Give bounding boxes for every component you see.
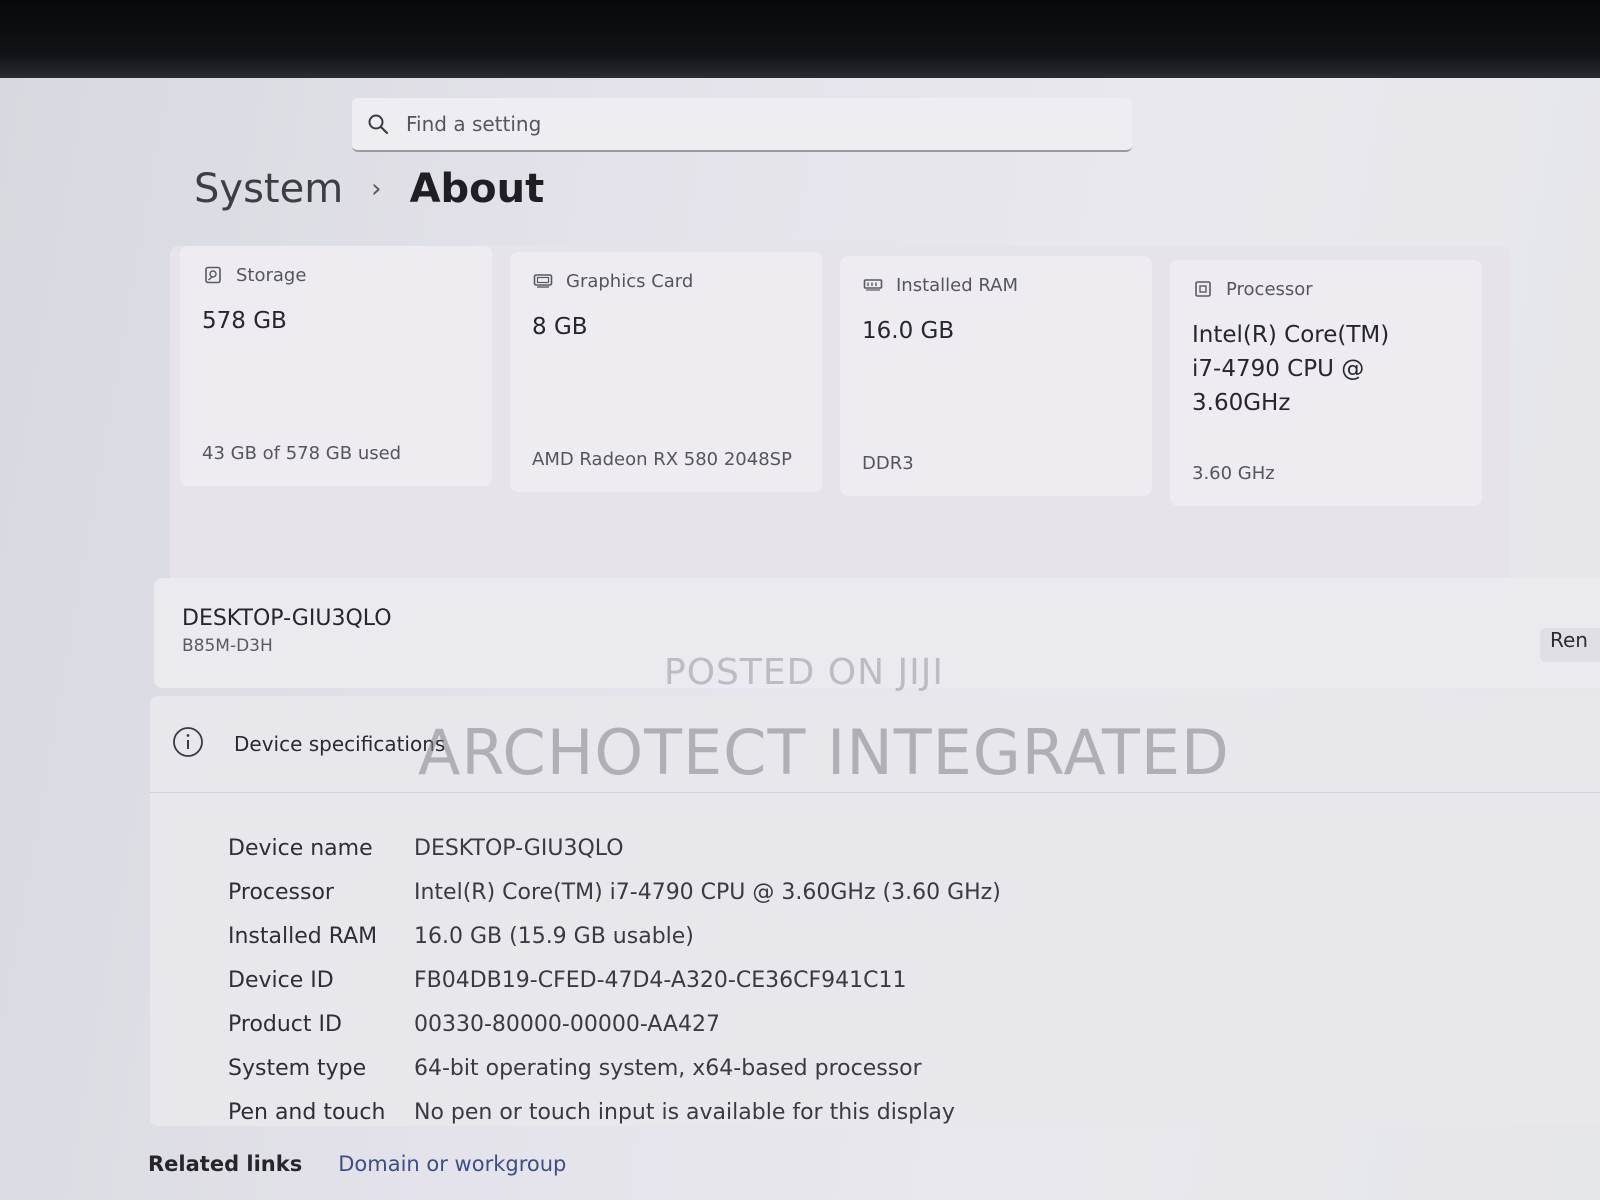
breadcrumb-separator: › xyxy=(371,174,382,204)
device-model: B85M-D3H xyxy=(182,636,273,656)
settings-window: Find a setting System › About Storage 57… xyxy=(0,78,1600,1200)
spec-value: FB04DB19-CFED-47D4-A320-CE36CF941C11 xyxy=(414,967,907,993)
card-label: Storage xyxy=(236,264,307,286)
spec-value: DESKTOP-GIU3QLO xyxy=(414,835,624,861)
info-icon xyxy=(172,726,204,762)
table-row: Pen and touch No pen or touch input is a… xyxy=(228,1090,1001,1134)
card-processor[interactable]: Processor Intel(R) Core(TM) i7-4790 CPU … xyxy=(1170,260,1482,506)
card-label: Installed RAM xyxy=(896,274,1019,296)
specs-header[interactable]: Device specifications xyxy=(172,726,445,762)
card-label: Graphics Card xyxy=(566,270,694,292)
spec-key: Device name xyxy=(228,835,373,861)
spec-cards: Storage 578 GB 43 GB of 578 GB used Grap… xyxy=(170,246,1510,596)
card-sub: 43 GB of 578 GB used xyxy=(202,443,402,464)
rename-button[interactable]: Ren xyxy=(1540,628,1600,662)
spec-key: Processor xyxy=(228,879,334,905)
card-sub: DDR3 xyxy=(862,453,914,474)
device-name: DESKTOP-GIU3QLO xyxy=(182,606,392,631)
breadcrumb: System › About xyxy=(194,166,544,212)
spec-key: Device ID xyxy=(228,967,334,993)
watermark-posted: POSTED ON JIJI xyxy=(664,652,944,693)
page-title: About xyxy=(409,166,545,212)
spec-value: 16.0 GB (15.9 GB usable) xyxy=(414,923,694,949)
card-value: 578 GB xyxy=(202,308,287,334)
spec-value: No pen or touch input is available for t… xyxy=(414,1099,955,1125)
spec-value: 64-bit operating system, x64-based proce… xyxy=(414,1055,922,1081)
card-graphics[interactable]: Graphics Card 8 GB AMD Radeon RX 580 204… xyxy=(510,252,822,492)
table-row: System type 64-bit operating system, x64… xyxy=(228,1046,1001,1090)
card-label: Processor xyxy=(1226,278,1313,300)
search-box[interactable]: Find a setting xyxy=(352,98,1132,152)
related-link-domain[interactable]: Domain or workgroup xyxy=(338,1152,566,1176)
card-sub: AMD Radeon RX 580 2048SP xyxy=(532,449,792,470)
card-storage[interactable]: Storage 578 GB 43 GB of 578 GB used xyxy=(180,246,492,486)
spec-key: Installed RAM xyxy=(228,923,378,949)
divider xyxy=(150,792,1600,793)
table-row: Product ID 00330-80000-00000-AA427 xyxy=(228,1002,1001,1046)
search-icon xyxy=(358,104,398,144)
processor-icon xyxy=(1192,278,1214,300)
table-row: Device ID FB04DB19-CFED-47D4-A320-CE36CF… xyxy=(228,958,1001,1002)
spec-key: System type xyxy=(228,1055,367,1081)
card-ram[interactable]: Installed RAM 16.0 GB DDR3 xyxy=(840,256,1152,496)
card-value: 8 GB xyxy=(532,314,588,340)
spec-table: Device name DESKTOP-GIU3QLO Processor In… xyxy=(228,826,1001,1134)
watermark-brand: ARCHOTECT INTEGRATED xyxy=(418,716,1230,789)
spec-value: Intel(R) Core(TM) i7-4790 CPU @ 3.60GHz … xyxy=(414,879,1001,905)
card-sub: 3.60 GHz xyxy=(1192,463,1275,484)
table-row: Device name DESKTOP-GIU3QLO xyxy=(228,826,1001,870)
table-row: Processor Intel(R) Core(TM) i7-4790 CPU … xyxy=(228,870,1001,914)
storage-icon xyxy=(202,264,224,286)
spec-key: Pen and touch xyxy=(228,1099,386,1125)
specs-title: Device specifications xyxy=(234,732,446,756)
search-input[interactable]: Find a setting xyxy=(406,112,541,136)
ram-icon xyxy=(862,274,884,296)
table-row: Installed RAM 16.0 GB (15.9 GB usable) xyxy=(228,914,1001,958)
card-value: Intel(R) Core(TM) i7-4790 CPU @ 3.60GHz xyxy=(1192,322,1390,416)
related-links-title: Related links xyxy=(148,1152,303,1176)
breadcrumb-system[interactable]: System xyxy=(194,166,343,212)
card-value: 16.0 GB xyxy=(862,318,955,344)
monitor-bezel xyxy=(0,0,1600,78)
related-links: Related links Domain or workgroup xyxy=(148,1152,566,1176)
spec-value: 00330-80000-00000-AA427 xyxy=(414,1011,720,1037)
spec-key: Product ID xyxy=(228,1011,342,1037)
graphics-card-icon xyxy=(532,270,554,292)
